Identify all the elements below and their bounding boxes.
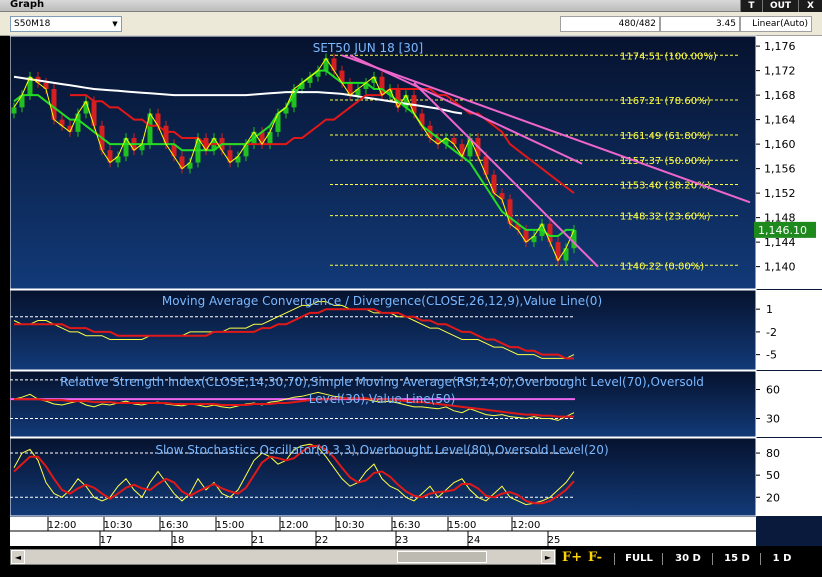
price-y-tick-label: 1,172 [764,65,796,78]
rsi-title-line2: Level(30),Value Line(50) [309,392,456,406]
stoch-title: Slow Stochastics Oscillator(9,3,3),Overb… [155,443,608,457]
price-y-tick-label: 1,140 [764,261,796,274]
fib-level-label: 1157.37 (50.00%) [620,156,711,167]
x-axis-day-label: 18 [172,535,185,546]
candle-body [547,223,553,243]
candle-body [147,113,153,145]
bottom-bar: ◄ ► F+ F- FULL 30 D 15 D 1 D [0,546,822,577]
indicator-y-tick-label: 60 [766,384,780,397]
y-axis-panel-2 [756,371,822,437]
price-y-tick-label: 1,152 [764,187,796,200]
indicator-y-tick-label: 30 [766,413,780,426]
fib-level-label: 1148.32 (23.60%) [620,212,711,223]
candle-body [51,89,57,120]
price-y-tick-label: 1,144 [764,236,796,249]
chart-area[interactable]: 1,1401,1441,1481,1521,1561,1601,1641,168… [0,0,822,546]
range-full-button[interactable]: FULL [614,553,663,565]
x-axis-time-label: 10:30 [336,520,365,531]
candle-body [75,113,81,132]
price-y-tick-label: 1,176 [764,40,796,53]
x-axis-time-label: 15:00 [448,520,477,531]
zoom-in-button[interactable]: F+ [562,550,582,565]
indicator-y-tick-label: -5 [766,349,777,362]
x-axis-time-label: 12:00 [48,520,77,531]
x-axis-time-label: 15:00 [216,520,245,531]
candle-body [163,125,169,145]
x-axis-time-label: 16:30 [160,520,189,531]
x-axis-time-label: 12:00 [512,520,541,531]
scroll-left-arrow-icon[interactable]: ◄ [11,550,25,564]
indicator-y-tick-label: 80 [766,447,780,460]
candle-body [11,107,17,114]
range-15d-button[interactable]: 15 D [712,553,761,565]
range-30d-button[interactable]: 30 D [662,553,713,565]
price-y-tick-label: 1,160 [764,138,796,151]
fib-level-label: 1167.21 (78.60%) [620,96,711,107]
fib-level-label: 1140.22 (0.00%) [620,261,704,272]
indicator-y-tick-label: 1 [766,303,773,316]
candle-body [379,76,385,96]
scroll-thumb[interactable] [397,551,487,563]
indicator-y-tick-label: 20 [766,491,780,504]
fib-level-label: 1161.49 (61.80%) [620,131,711,142]
x-axis-time-label: 10:30 [104,520,133,531]
candle-body [91,101,97,126]
x-axis-time-label: 12:00 [280,520,309,531]
x-axis-day-label: 21 [252,535,265,546]
left-margin [0,36,10,546]
last-price-label: 1,146.10 [758,224,807,237]
scroll-right-arrow-icon[interactable]: ► [541,550,555,564]
x-axis-day-label: 22 [316,535,329,546]
price-y-tick-label: 1,156 [764,163,796,176]
macd-title: Moving Average Convergence / Divergence(… [162,294,602,308]
x-axis-time-label: 16:30 [392,520,421,531]
fib-level-label: 1174.51 (100.00%) [620,51,717,62]
rsi-title-line1: Relative Strength Index(CLOSE,14,30,70),… [60,375,704,389]
price-y-tick-label: 1,168 [764,89,796,102]
x-axis-day-label: 24 [468,535,481,546]
x-axis-day-label: 25 [548,535,561,546]
candle-body [491,174,497,194]
x-axis-day-row [10,531,756,546]
x-axis-day-label: 23 [396,535,409,546]
horizontal-scrollbar[interactable]: ◄ ► [10,549,556,565]
indicator-y-tick-label: -2 [766,326,777,339]
x-axis-day-label: 17 [100,535,113,546]
range-1d-button[interactable]: 1 D [760,553,803,565]
indicator-y-tick-label: 50 [766,469,780,482]
price-y-tick-label: 1,164 [764,114,796,127]
price-chart-title: SET50 JUN 18 [30] [313,41,423,55]
zoom-out-button[interactable]: F- [588,550,602,565]
